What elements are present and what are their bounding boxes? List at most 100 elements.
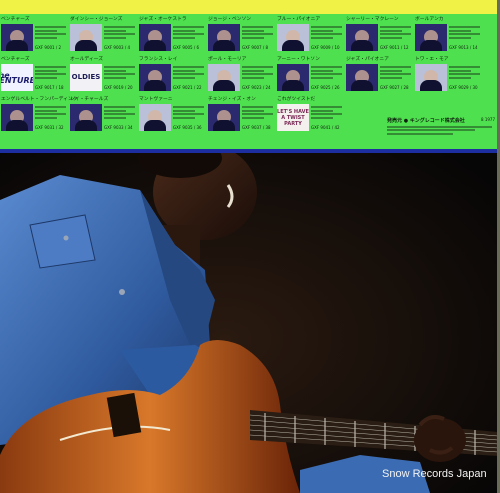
catalog-number: GXF 9009 / 10: [311, 45, 340, 50]
catalog-number: GXF 9027 / 28: [380, 85, 409, 90]
catalog-item: ブルー・パイオニア GXF 9009 / 10: [276, 17, 344, 51]
track-list-text: [35, 65, 66, 80]
catalog-number: GXF 9041 / 42: [311, 125, 340, 130]
track-list-text: [173, 105, 204, 120]
catalog-item-title: チェンジ・イズ・オン: [208, 97, 256, 102]
catalog-item: ベンチャーズ GXF 9001 / 2: [0, 17, 68, 51]
catalog-item: マントヴァーニ GXF 9035 / 36: [138, 97, 206, 131]
catalog-item-title: シャーリー・マクレーン: [346, 17, 399, 22]
catalog-number: GXF 9001 / 2: [35, 45, 62, 50]
track-list-text: [449, 65, 480, 80]
catalog-item-title: これがツイストだ: [277, 97, 316, 102]
catalog-item: アーニー・ワトソン GXF 9025 / 26: [276, 57, 344, 91]
label-code: 8 1977: [481, 117, 495, 122]
album-thumbnail: [346, 24, 378, 51]
catalog-item: シャーリー・マクレーン GXF 9011 / 12: [345, 17, 413, 51]
catalog-item: ジョージ・ベンソン GXF 9007 / 8: [207, 17, 275, 51]
track-list-text: [311, 25, 342, 40]
track-list-text: [311, 105, 342, 120]
album-thumbnail: [70, 104, 102, 131]
catalog-item: これがツイストだ LET'S HAVE A TWIST PARTY GXF 9041…: [276, 97, 344, 131]
track-list-text: [35, 105, 66, 120]
catalog-number: GXF 9033 / 34: [104, 125, 133, 130]
record-label-block: 発売元 ● キングレコード株式会社 8 1977: [387, 117, 497, 147]
catalog-item-title: ベンチャーズ: [1, 17, 30, 22]
catalog-item-title: トワ・エ・モア: [415, 57, 449, 62]
catalog-number: GXF 9021 / 22: [173, 85, 202, 90]
catalog-item-title: ジャズ・オーケストラ: [139, 17, 187, 22]
album-thumbnail: [415, 24, 447, 51]
album-thumbnail: LET'S HAVE A TWIST PARTY: [277, 104, 309, 131]
catalog-item-title: マントヴァーニ: [139, 97, 173, 102]
album-thumbnail: [70, 24, 102, 51]
catalog-number: GXF 9025 / 26: [311, 85, 340, 90]
catalog-item: エンゲルベルト・フンパーディンク GXF 9031 / 32: [0, 97, 78, 131]
catalog-number: GXF 9011 / 12: [380, 45, 409, 50]
track-list-text: [380, 25, 411, 40]
track-list-text: [380, 65, 411, 80]
catalog-item: フランシス・レイ GXF 9021 / 22: [138, 57, 206, 91]
catalog-item: チェンジ・イズ・オン GXF 9037 / 38: [207, 97, 275, 131]
track-list-text: [242, 65, 273, 80]
catalog-number: GXF 9013 / 14: [449, 45, 478, 50]
catalog-number: GXF 9035 / 36: [173, 125, 202, 130]
catalog-number: GXF 9031 / 32: [35, 125, 64, 130]
track-list-text: [173, 65, 204, 80]
album-thumbnail: [1, 24, 33, 51]
album-thumbnail: The VENTURES: [1, 64, 33, 91]
catalog-number: GXF 9003 / 4: [104, 45, 131, 50]
album-thumbnail: [277, 64, 309, 91]
track-list-text: [449, 25, 480, 40]
catalog-item-title: レイ・チャールズ: [70, 97, 109, 102]
catalog-number: GXF 9029 / 30: [449, 85, 478, 90]
catalog-number: GXF 9005 / 6: [173, 45, 200, 50]
album-thumbnail: [1, 104, 33, 131]
catalog-item-title: アーニー・ワトソン: [277, 57, 320, 62]
catalog-number: GXF 9023 / 24: [242, 85, 271, 90]
catalog-item: オールディーズ OLDIES GXF 9019 / 20: [69, 57, 137, 91]
track-list-text: [104, 25, 135, 40]
catalog-item: ダインシー・ジョーンズ GXF 9003 / 4: [69, 17, 137, 51]
track-list-text: [242, 25, 273, 40]
catalog-item: ポール・モーリア GXF 9023 / 24: [207, 57, 275, 91]
album-thumbnail: [346, 64, 378, 91]
track-list-text: [311, 65, 342, 80]
album-thumbnail: [139, 104, 171, 131]
catalog-item: ベンチャーズ The VENTURESGXF 9017 / 18: [0, 57, 68, 91]
track-list-text: [173, 25, 204, 40]
catalog-item-title: ジョージ・ベンソン: [208, 17, 252, 22]
catalog-item: ボールアンカ GXF 9013 / 14: [414, 17, 482, 51]
catalog-number: GXF 9037 / 38: [242, 125, 271, 130]
track-list-text: [104, 65, 135, 80]
track-list-text: [242, 105, 273, 120]
top-strip: [0, 0, 500, 14]
track-list-text: [35, 25, 66, 40]
catalog-item-title: ベンチャーズ: [1, 57, 30, 62]
album-cover: ベンチャーズ GXF 9001 / 2 ダインシー・ジョーンズ GXF 9003 / …: [0, 0, 500, 493]
catalog-number: GXF 9017 / 18: [35, 85, 64, 90]
thumbnail-text: LET'S HAVE A TWIST PARTY: [277, 108, 309, 127]
catalog-item-title: ボールアンカ: [415, 17, 444, 22]
album-thumbnail: [208, 64, 240, 91]
catalog-item: ジャズ・オーケストラ GXF 9005 / 6: [138, 17, 206, 51]
catalog-item-title: ポール・モーリア: [208, 57, 247, 62]
catalog-item-title: オールディーズ: [70, 57, 104, 62]
album-thumbnail: OLDIES: [70, 64, 102, 91]
album-thumbnail: [277, 24, 309, 51]
thumbnail-text: The VENTURES: [1, 70, 33, 85]
album-thumbnail: [208, 104, 240, 131]
thumbnail-text: OLDIES: [71, 73, 101, 81]
album-thumbnail: [415, 64, 447, 91]
catalog-item-title: ブルー・パイオニア: [277, 17, 321, 22]
catalog-item-title: エンゲルベルト・フンパーディンク: [1, 97, 78, 102]
catalog-item: レイ・チャールズ GXF 9033 / 34: [69, 97, 137, 131]
album-thumbnail: [139, 64, 171, 91]
catalog-item: トワ・エ・モア GXF 9029 / 30: [414, 57, 482, 91]
catalog-item: ジャズ・パイオニア GXF 9027 / 28: [345, 57, 413, 91]
catalog-item-title: ダインシー・ジョーンズ: [70, 17, 123, 22]
catalog-item-title: フランシス・レイ: [139, 57, 178, 62]
album-thumbnail: [139, 24, 171, 51]
album-thumbnail: [208, 24, 240, 51]
catalog-item-title: ジャズ・パイオニア: [346, 57, 389, 62]
track-list-text: [104, 105, 135, 120]
